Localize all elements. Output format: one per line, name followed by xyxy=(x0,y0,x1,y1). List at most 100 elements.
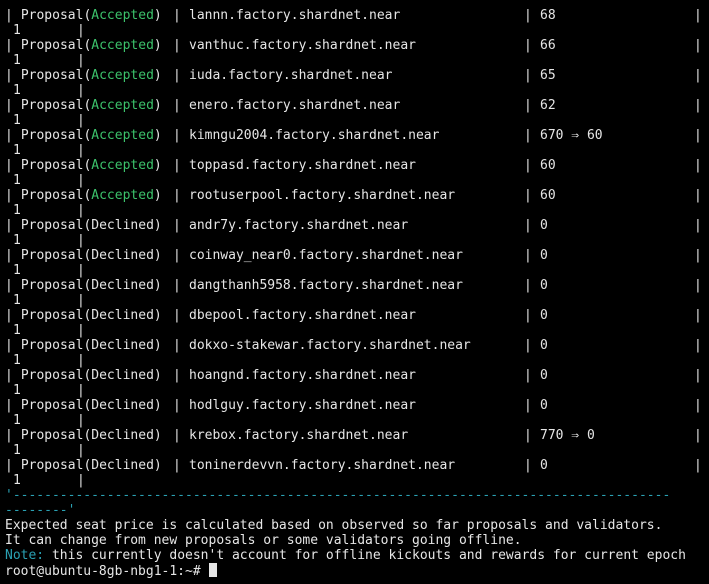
column-divider: | xyxy=(524,338,532,353)
note-label: Note: xyxy=(5,548,45,563)
column-divider: | xyxy=(524,248,532,263)
proposal-label-close: ) xyxy=(153,278,162,293)
proposal-label: Proposal( xyxy=(20,368,92,383)
proposal-status-cell: Proposal(Declined) xyxy=(13,248,162,263)
column-divider: | xyxy=(694,158,702,173)
column-divider: | xyxy=(173,308,181,323)
proposal-label-close: ) xyxy=(153,338,162,353)
seats-cell: 65 xyxy=(540,68,556,83)
status-badge: Accepted xyxy=(91,128,154,143)
proposal-status-cell: Proposal(Accepted) xyxy=(13,38,162,53)
status-badge: Accepted xyxy=(91,38,154,53)
proposal-label: Proposal( xyxy=(20,68,92,83)
account-id-cell: coinway_near0.factory.shardnet.near xyxy=(189,248,463,263)
seats-cell: 670 ⇒ 60 xyxy=(540,128,603,143)
table-row: | Proposal(Declined) | hoangnd.factory.sha… xyxy=(0,360,709,398)
column-divider: | xyxy=(173,8,181,23)
proposal-label: Proposal( xyxy=(20,38,92,53)
column-divider: | xyxy=(173,128,181,143)
seats-cell: 0 xyxy=(540,308,548,323)
proposal-label-close: ) xyxy=(153,428,162,443)
terminal-window[interactable]: | Proposal(Accepted) | lannn.factory.shard… xyxy=(0,0,709,584)
table-row: | Proposal(Accepted) | iuda.factory.shardn… xyxy=(0,60,709,98)
column-divider: | xyxy=(694,308,702,323)
proposal-status-cell: Proposal(Declined) xyxy=(13,458,162,473)
proposal-label-close: ) xyxy=(153,128,162,143)
proposal-label: Proposal( xyxy=(20,458,92,473)
seats-cell: 66 xyxy=(540,38,556,53)
proposal-label: Proposal( xyxy=(20,398,92,413)
seats-cell: 770 ⇒ 0 xyxy=(540,428,595,443)
status-badge: Declined xyxy=(91,428,154,443)
column-divider: | xyxy=(173,218,181,233)
column-divider: | xyxy=(524,368,532,383)
column-divider: | xyxy=(5,188,13,203)
proposal-label-close: ) xyxy=(153,368,162,383)
column-divider: | xyxy=(694,338,702,353)
column-divider: | xyxy=(5,338,13,353)
table-row: | Proposal(Accepted) | vanthuc.factory.sha… xyxy=(0,30,709,68)
account-id-cell: iuda.factory.shardnet.near xyxy=(189,68,393,83)
column-divider: | xyxy=(173,158,181,173)
column-divider: | xyxy=(524,398,532,413)
column-divider: | xyxy=(694,38,702,53)
column-divider: | xyxy=(5,278,13,293)
proposal-status-cell: Proposal(Accepted) xyxy=(13,128,162,143)
status-badge: Declined xyxy=(91,368,154,383)
status-badge: Declined xyxy=(91,248,154,263)
column-divider: | xyxy=(5,68,13,83)
column-divider: | xyxy=(694,98,702,113)
column-divider: | xyxy=(694,218,702,233)
status-badge: Declined xyxy=(91,398,154,413)
column-divider: | xyxy=(694,128,702,143)
account-id-cell: toninerdevvn.factory.shardnet.near xyxy=(189,458,456,473)
column-divider: | xyxy=(524,98,532,113)
column-divider: | xyxy=(5,428,13,443)
status-badge: Accepted xyxy=(91,68,154,83)
command-prompt[interactable]: root@ubuntu-8gb-nbg1-1:~# xyxy=(5,563,217,579)
proposal-label-close: ) xyxy=(153,188,162,203)
proposal-label-close: ) xyxy=(153,308,162,323)
proposal-label: Proposal( xyxy=(20,308,92,323)
account-id-cell: lannn.factory.shardnet.near xyxy=(189,8,401,23)
account-id-cell: dbepool.factory.shardnet.near xyxy=(189,308,416,323)
account-id-cell: andr7y.factory.shardnet.near xyxy=(189,218,409,233)
column-divider: | xyxy=(5,158,13,173)
seats-cell: 60 xyxy=(540,158,556,173)
account-id-cell: hodlguy.factory.shardnet.near xyxy=(189,398,416,413)
seats-cell: 0 xyxy=(540,278,548,293)
seats-cell: 60 xyxy=(540,188,556,203)
column-divider: | xyxy=(694,248,702,263)
status-badge: Declined xyxy=(91,308,154,323)
proposal-status-cell: Proposal(Accepted) xyxy=(13,158,162,173)
account-id-cell: krebox.factory.shardnet.near xyxy=(189,428,409,443)
proposal-status-cell: Proposal(Declined) xyxy=(13,338,162,353)
status-badge: Declined xyxy=(91,218,154,233)
proposal-label-close: ) xyxy=(153,158,162,173)
status-badge: Accepted xyxy=(91,158,154,173)
proposal-label-close: ) xyxy=(153,98,162,113)
account-id-cell: dokxo-stakewar.factory.shardnet.near xyxy=(189,338,471,353)
table-row: | Proposal(Declined) | coinway_near0.facto… xyxy=(0,240,709,278)
column-divider: | xyxy=(5,38,13,53)
column-divider: | xyxy=(173,68,181,83)
seats-cell: 0 xyxy=(540,458,548,473)
proposal-label: Proposal( xyxy=(20,248,92,263)
proposal-label-close: ) xyxy=(153,8,162,23)
column-divider: | xyxy=(524,128,532,143)
proposal-label-close: ) xyxy=(153,38,162,53)
proposal-label-close: ) xyxy=(153,458,162,473)
column-divider: | xyxy=(694,188,702,203)
proposal-status-cell: Proposal(Declined) xyxy=(13,218,162,233)
proposal-label: Proposal( xyxy=(20,218,92,233)
status-badge: Declined xyxy=(91,338,154,353)
proposal-label-close: ) xyxy=(153,398,162,413)
column-divider: | xyxy=(694,428,702,443)
status-badge: Accepted xyxy=(91,8,154,23)
column-divider: | xyxy=(173,188,181,203)
column-divider: | xyxy=(173,248,181,263)
column-divider: | xyxy=(5,398,13,413)
table-row: | Proposal(Accepted) | lannn.factory.shard… xyxy=(0,0,709,38)
column-divider: | xyxy=(524,218,532,233)
table-row: | Proposal(Accepted) | kimngu2004.factory.… xyxy=(0,120,709,158)
